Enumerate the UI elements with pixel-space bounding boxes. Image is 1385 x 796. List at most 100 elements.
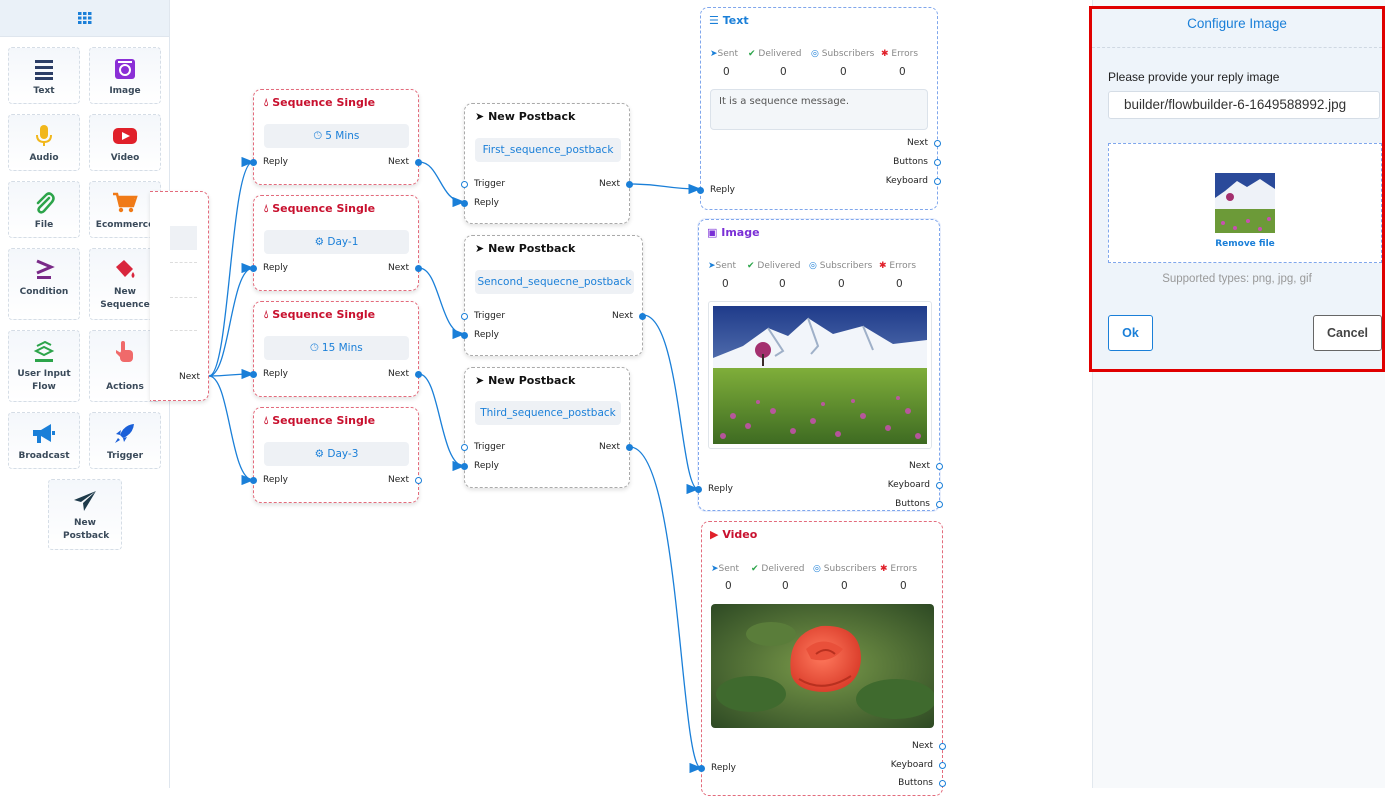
partial-pill	[170, 226, 197, 250]
rose-video-thumbnail[interactable]	[711, 604, 934, 728]
sequence-title: 💧︎ Sequence Single	[264, 414, 375, 428]
partial-sequence-node[interactable]: Next	[150, 191, 209, 401]
delivered-value: 0	[782, 580, 789, 592]
grid-icon[interactable]	[78, 12, 92, 24]
image-dropzone[interactable]: Remove file	[1108, 143, 1382, 263]
delay-pill[interactable]: 🕒︎ 15 Mins	[264, 336, 409, 360]
postback-node[interactable]: ➤ New Postback Sencond_sequecne_postback…	[461, 235, 646, 356]
next-port[interactable]	[934, 140, 941, 147]
next-port[interactable]	[939, 743, 946, 750]
trigger-port[interactable]	[461, 313, 468, 320]
tile-audio[interactable]: Audio	[8, 114, 80, 171]
reply-port[interactable]	[695, 486, 702, 493]
trigger-label: Trigger	[474, 442, 506, 452]
buttons-port[interactable]	[939, 780, 946, 787]
pointer-hand-icon	[116, 341, 133, 362]
trigger-port[interactable]	[461, 181, 468, 188]
image-filename-input[interactable]: builder/flowbuilder-6-1649588992.jpg	[1108, 91, 1380, 119]
buttons-port[interactable]	[936, 501, 943, 508]
next-label: Next	[179, 372, 200, 382]
reply-port[interactable]	[461, 463, 468, 470]
reply-label: Reply	[263, 263, 288, 273]
delivered-label: Delivered	[761, 564, 805, 574]
next-port[interactable]	[936, 463, 943, 470]
delay-text: 5 Mins	[325, 130, 360, 142]
tile-video[interactable]: Video	[89, 114, 161, 171]
next-port[interactable]	[415, 477, 422, 484]
postback-value[interactable]: First_sequence_postback	[475, 138, 621, 162]
buttons-port[interactable]	[934, 159, 941, 166]
reply-label: Reply	[474, 461, 499, 471]
sequence-node[interactable]: 💧︎ Sequence Single 🕒︎ 5 Mins Reply Next	[250, 89, 422, 185]
errors-stat-label: ✱ Errors	[879, 261, 916, 271]
next-port[interactable]	[639, 313, 646, 320]
text-node[interactable]: ☰ Text ➤Sent ✔ Delivered ◎ Subscribers ✱…	[697, 7, 941, 210]
reply-port[interactable]	[461, 332, 468, 339]
reply-port[interactable]	[250, 159, 257, 166]
subscribers-label: Subscribers	[821, 49, 875, 59]
tile-new-postback[interactable]: New Postback	[48, 479, 122, 550]
tile-label: Condition	[19, 287, 69, 297]
next-label: Next	[912, 741, 933, 751]
reply-port[interactable]	[698, 765, 705, 772]
reply-port[interactable]	[461, 200, 468, 207]
delay-pill[interactable]: ⚙ Day-1	[264, 230, 409, 254]
trigger-port[interactable]	[461, 444, 468, 451]
sequence-node[interactable]: 💧︎ Sequence Single 🕒︎ 15 Mins Reply Next	[250, 301, 422, 397]
tile-user-input-flow[interactable]: User Input Flow	[8, 330, 80, 402]
next-port[interactable]	[626, 444, 633, 451]
video-node[interactable]: ▶ Video ➤Sent ✔ Delivered ◎ Subscribers …	[698, 521, 946, 796]
next-label: Next	[388, 369, 409, 379]
supported-types-text: Supported types: png, jpg, gif	[1162, 273, 1312, 285]
remove-file-link[interactable]: Remove file	[1109, 239, 1381, 249]
errors-label: Errors	[890, 564, 918, 574]
next-label: Next	[612, 311, 633, 321]
next-port[interactable]	[415, 371, 422, 378]
tile-condition[interactable]: Condition	[8, 248, 80, 320]
next-label: Next	[909, 461, 930, 471]
tile-text[interactable]: Text	[8, 47, 80, 104]
postback-value[interactable]: Third_sequence_postback	[475, 401, 621, 425]
keyboard-port[interactable]	[934, 178, 941, 185]
sent-stat-label: ➤Sent	[710, 49, 738, 59]
reply-port[interactable]	[250, 477, 257, 484]
sequence-title-text: Sequence Single	[272, 414, 376, 427]
sent-stat-label: ➤Sent	[708, 261, 736, 271]
next-port[interactable]	[626, 181, 633, 188]
sent-value: 0	[725, 580, 732, 592]
tile-file[interactable]: File	[8, 181, 80, 238]
reply-port[interactable]	[250, 371, 257, 378]
trigger-label: Trigger	[474, 311, 506, 321]
next-port[interactable]	[415, 159, 422, 166]
postback-node[interactable]: ➤ New Postback First_sequence_postback T…	[461, 103, 633, 224]
postback-node[interactable]: ➤ New Postback Third_sequence_postback T…	[461, 367, 633, 488]
keyboard-port[interactable]	[936, 482, 943, 489]
next-port[interactable]	[415, 265, 422, 272]
subscribers-label: Subscribers	[819, 261, 873, 271]
sequence-node[interactable]: 💧︎ Sequence Single ⚙ Day-1 Reply Next	[250, 195, 422, 291]
cancel-button[interactable]: Cancel	[1313, 315, 1382, 351]
reply-port[interactable]	[697, 187, 704, 194]
reply-port[interactable]	[250, 265, 257, 272]
subscribers-label: Subscribers	[823, 564, 877, 574]
stack-icon	[33, 341, 55, 362]
sequence-node[interactable]: 💧︎ Sequence Single ⚙ Day-3 Reply Next	[250, 407, 422, 503]
ok-button[interactable]: Ok	[1108, 315, 1153, 351]
postback-title-text: New Postback	[488, 110, 576, 123]
postback-value[interactable]: Sencond_sequecne_postback	[475, 270, 634, 294]
message-box[interactable]: It is a sequence message.	[710, 89, 928, 130]
image-node[interactable]: ▣ Image ➤Sent ✔ Delivered ◎ Subscribers …	[695, 219, 943, 511]
sequence-title-text: Sequence Single	[272, 308, 376, 321]
tile-broadcast[interactable]: Broadcast	[8, 412, 80, 469]
sent-label: Sent	[715, 261, 737, 271]
keyboard-port[interactable]	[939, 762, 946, 769]
delay-pill[interactable]: ⚙ Day-3	[264, 442, 409, 466]
subscribers-value: 0	[840, 66, 847, 78]
paper-plane-icon: ➤	[475, 242, 485, 255]
tile-trigger[interactable]: Trigger	[89, 412, 161, 469]
reply-label: Reply	[263, 369, 288, 379]
buttons-label: Buttons	[895, 499, 930, 509]
tile-label: Image	[109, 86, 141, 96]
tile-image[interactable]: Image	[89, 47, 161, 104]
delay-pill[interactable]: 🕒︎ 5 Mins	[264, 124, 409, 148]
